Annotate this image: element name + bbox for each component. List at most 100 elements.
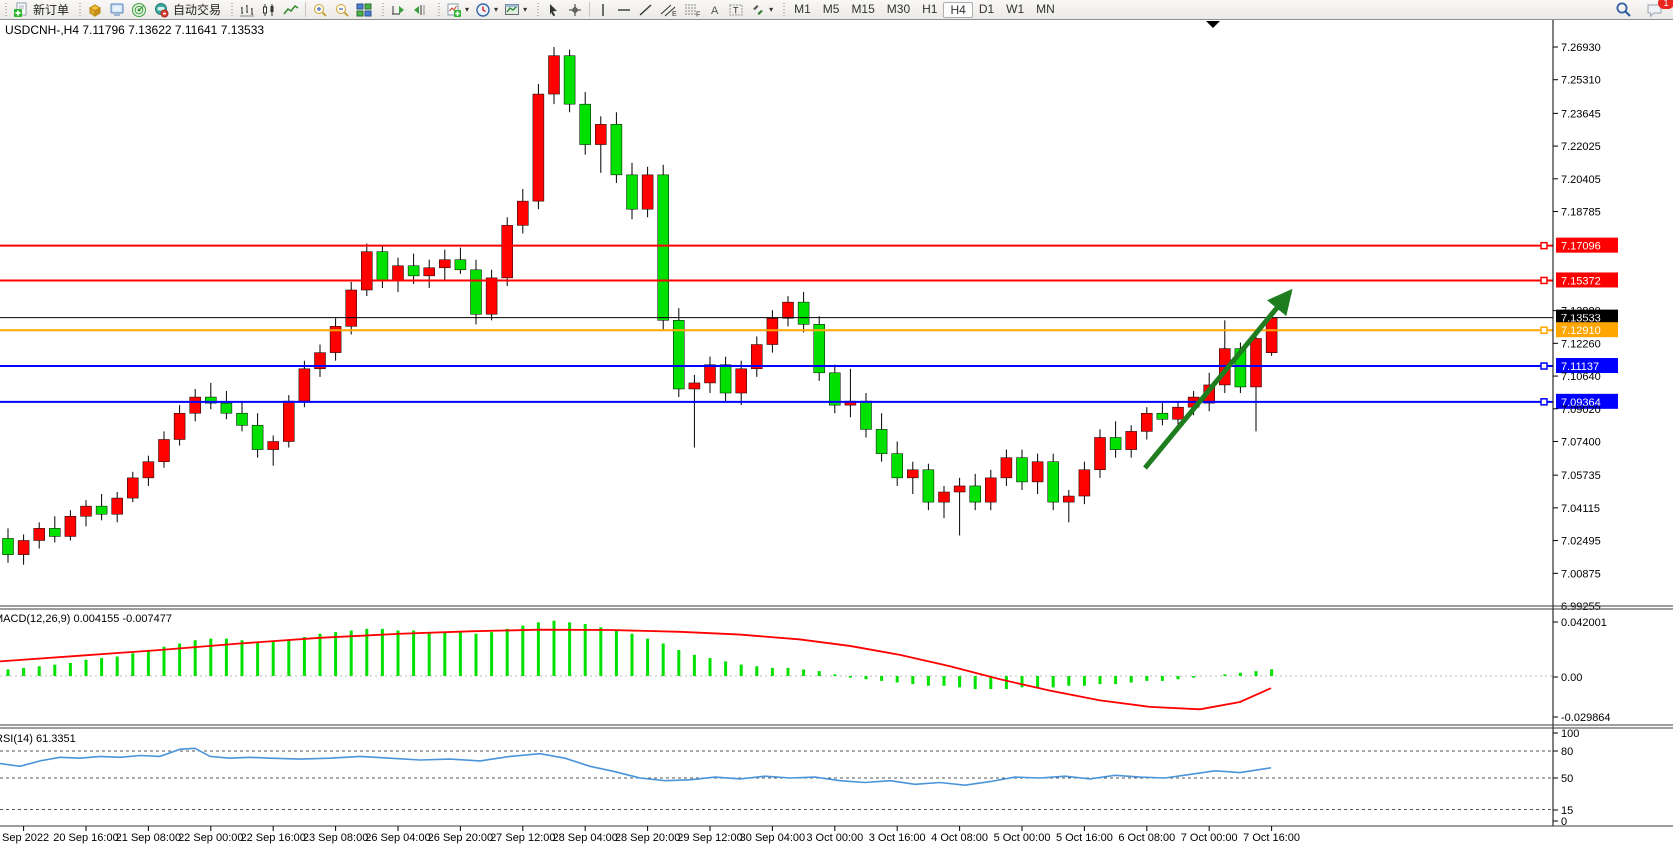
zoom-out-button[interactable] xyxy=(331,1,353,18)
timeframe-button-H4[interactable]: H4 xyxy=(943,2,972,18)
text-label-icon: T xyxy=(728,2,744,18)
data-window-button[interactable] xyxy=(106,1,128,18)
candle-bearish xyxy=(876,429,887,453)
candle-bearish xyxy=(1048,462,1059,502)
candle-bearish xyxy=(455,260,466,270)
text-a-icon: A xyxy=(708,2,722,18)
toolbar-grip xyxy=(782,3,786,16)
scroll-group xyxy=(377,0,433,19)
price-tick-label: 7.25310 xyxy=(1561,75,1601,87)
market-watch-button[interactable] xyxy=(84,1,106,18)
price-tick-label: 7.12260 xyxy=(1561,338,1601,350)
trendline-tool[interactable] xyxy=(635,1,657,18)
equidistant-channel-icon: E xyxy=(660,2,678,18)
search-button[interactable] xyxy=(1612,1,1635,18)
candle-bullish xyxy=(1001,458,1012,478)
candle-bullish xyxy=(112,498,123,514)
chart-shift-button[interactable] xyxy=(409,1,431,18)
svg-text:T: T xyxy=(733,5,739,15)
timeframe-button-M30[interactable]: M30 xyxy=(881,2,916,17)
fibonacci-tool[interactable]: F xyxy=(681,1,705,18)
hline-handle[interactable] xyxy=(1541,363,1547,369)
candle-bullish xyxy=(268,442,279,450)
candle-bullish xyxy=(424,268,435,276)
bar-chart-button[interactable] xyxy=(236,1,258,18)
timeframe-button-M5[interactable]: M5 xyxy=(817,2,846,17)
price-tick-label: 7.13880 xyxy=(1561,306,1601,318)
notifications-button[interactable]: 1 xyxy=(1643,1,1667,18)
candle-bullish xyxy=(18,540,29,554)
timeframe-button-H1[interactable]: H1 xyxy=(916,2,943,17)
dropdown-caret: ▾ xyxy=(523,6,527,14)
candle-bearish xyxy=(96,506,107,514)
autotrade-button[interactable]: 自动交易 xyxy=(150,1,224,18)
text-label-tool[interactable]: T xyxy=(725,1,747,18)
price-tick-label: 7.22025 xyxy=(1561,141,1601,153)
crosshair-button[interactable] xyxy=(564,1,586,18)
order-group: 新订单 xyxy=(0,0,74,19)
chart-shift-icon xyxy=(412,2,428,18)
channel-tool[interactable]: E xyxy=(657,1,681,18)
timeframe-button-MN[interactable]: MN xyxy=(1030,2,1061,17)
svg-text:A: A xyxy=(711,5,719,17)
candle-bullish xyxy=(346,290,357,326)
candle-bullish xyxy=(361,252,372,290)
tile-windows-button[interactable] xyxy=(353,1,375,18)
candle-bearish xyxy=(861,401,872,429)
candle-bearish xyxy=(564,56,575,104)
candle-bullish xyxy=(439,260,450,268)
hline-handle[interactable] xyxy=(1541,277,1547,283)
text-tool[interactable]: A xyxy=(705,1,725,18)
time-tick-label: 5 Oct 00:00 xyxy=(994,832,1051,844)
price-badge-label: 7.12910 xyxy=(1561,325,1601,337)
line-chart-button[interactable] xyxy=(280,1,302,18)
cursor-button[interactable] xyxy=(542,1,564,18)
timeframe-button-D1[interactable]: D1 xyxy=(973,2,1000,17)
indicators-add-icon xyxy=(446,2,462,18)
arrows-tool[interactable]: ▾ xyxy=(747,1,776,18)
periods-button[interactable]: ▾ xyxy=(472,1,501,18)
tile-windows-icon xyxy=(356,2,372,18)
timeframe-button-M1[interactable]: M1 xyxy=(788,2,817,17)
templates-button[interactable]: ▾ xyxy=(501,1,530,18)
time-tick-label: Sep 2022 xyxy=(2,832,49,844)
toolbar-right: 1 xyxy=(1612,1,1673,18)
indicators-button[interactable]: ▾ xyxy=(443,1,472,18)
fibonacci-icon: F xyxy=(684,2,702,18)
candlestick-chart-button[interactable] xyxy=(258,1,280,18)
price-tick-label: 7.05735 xyxy=(1561,470,1601,482)
time-tick-label: 26 Sep 04:00 xyxy=(365,832,430,844)
trendline-icon xyxy=(638,2,654,18)
search-icon xyxy=(1615,1,1632,18)
horizontal-line-tool[interactable] xyxy=(613,1,635,18)
crosshair-icon xyxy=(567,2,583,18)
price-tick-label: 7.23645 xyxy=(1561,108,1601,120)
candle-bullish xyxy=(127,478,138,498)
vertical-line-tool[interactable] xyxy=(593,1,613,18)
price-tick-label: 6.99255 xyxy=(1561,601,1601,613)
candle-bullish xyxy=(939,492,950,502)
time-tick-label: 26 Sep 20:00 xyxy=(428,832,493,844)
new-order-button[interactable]: 新订单 xyxy=(10,1,72,18)
navigator-button[interactable] xyxy=(128,1,150,18)
candle-bearish xyxy=(237,413,248,425)
hline-handle[interactable] xyxy=(1541,399,1547,405)
zoom-in-button[interactable] xyxy=(309,1,331,18)
rsi-scale-label: 50 xyxy=(1561,773,1573,785)
hline-handle[interactable] xyxy=(1541,243,1547,249)
hline-handle[interactable] xyxy=(1541,327,1547,333)
candle-bullish xyxy=(283,401,294,441)
dropdown-caret: ▾ xyxy=(769,6,773,14)
candle-bullish xyxy=(190,397,201,413)
candle-bullish xyxy=(299,369,310,401)
candle-bearish xyxy=(970,486,981,502)
candle-bullish xyxy=(1141,413,1152,431)
auto-scroll-button[interactable] xyxy=(387,1,409,18)
macd-scale-label: 0.042001 xyxy=(1561,617,1607,629)
timeframe-button-W1[interactable]: W1 xyxy=(1000,2,1030,17)
timeframe-button-M15[interactable]: M15 xyxy=(845,2,880,17)
price-tick-label: 7.10640 xyxy=(1561,371,1601,383)
candle-bullish xyxy=(81,506,92,516)
price-badge-label: 7.17096 xyxy=(1561,241,1601,253)
chart-type-group xyxy=(226,0,377,19)
